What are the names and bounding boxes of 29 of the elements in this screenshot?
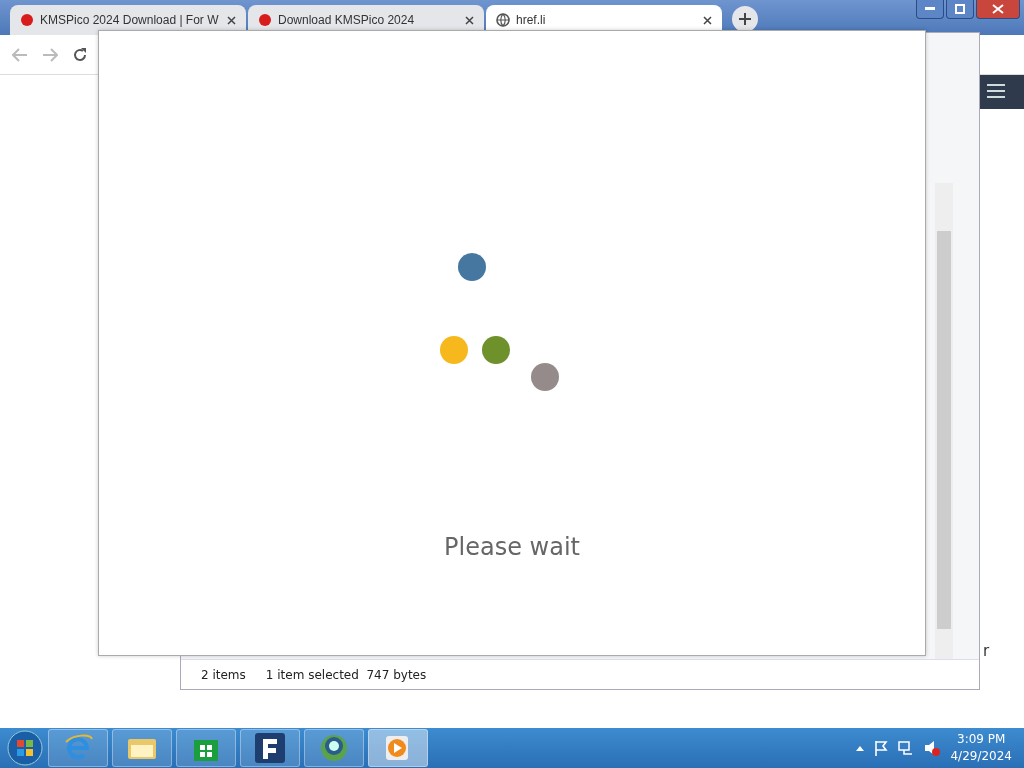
status-text: 1 item selected 747 bytes — [265, 667, 427, 682]
new-tab-button[interactable] — [732, 6, 758, 32]
taskbar-app[interactable] — [240, 729, 300, 767]
dropdown-text: r — [983, 642, 990, 660]
status-text: 2 items — [201, 667, 246, 682]
clock[interactable]: 3:09 PM 4/29/2024 — [950, 731, 1012, 765]
caret-icon[interactable] — [856, 745, 865, 751]
flag-icon[interactable] — [874, 740, 889, 756]
maximize-button[interactable] — [946, 0, 974, 19]
loading-message: Please wait — [444, 533, 580, 561]
network-icon[interactable] — [898, 740, 915, 756]
plus-icon — [738, 12, 752, 26]
browser-tab[interactable]: KMSPico 2024 Download | For W — [10, 5, 246, 35]
start-orb-icon[interactable] — [6, 729, 44, 767]
restore-icon — [955, 4, 965, 14]
close-icon[interactable] — [465, 15, 474, 25]
menu-icon[interactable] — [987, 83, 1005, 99]
site-favicon-icon — [20, 13, 34, 27]
close-button[interactable] — [976, 0, 1020, 19]
reload-icon[interactable] — [72, 46, 88, 63]
muted-speaker-icon[interactable] — [924, 740, 941, 756]
minimize-button[interactable] — [916, 0, 944, 19]
close-icon — [992, 4, 1004, 14]
close-icon[interactable] — [227, 15, 236, 25]
scrollbar-thumb[interactable] — [937, 231, 951, 629]
close-icon[interactable] — [703, 15, 712, 25]
minimize-icon — [925, 7, 935, 11]
site-favicon-icon — [258, 13, 272, 27]
taskbar-app[interactable] — [304, 729, 364, 767]
